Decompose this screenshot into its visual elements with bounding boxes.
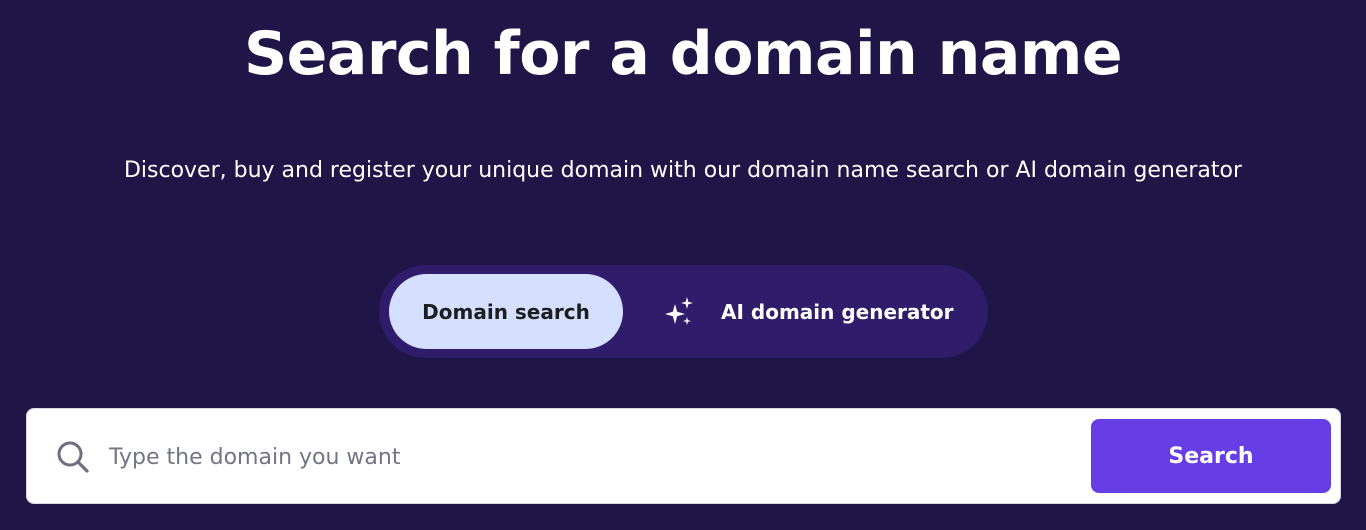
sparkle-icon <box>665 296 693 325</box>
page-subtitle: Discover, buy and register your unique d… <box>123 158 1243 183</box>
domain-search-bar: Search <box>26 408 1341 504</box>
page-title: Search for a domain name <box>243 19 1123 89</box>
search-mode-toggle: Domain search AI domain generator <box>379 265 988 358</box>
search-button[interactable]: Search <box>1091 419 1331 493</box>
tab-domain-search-label: Domain search <box>422 299 590 324</box>
search-icon <box>57 441 89 473</box>
tab-ai-domain-generator-label: AI domain generator <box>721 299 954 324</box>
tab-ai-domain-generator[interactable]: AI domain generator <box>659 274 959 349</box>
domain-search-input[interactable] <box>109 433 1069 481</box>
tab-domain-search[interactable]: Domain search <box>389 274 623 349</box>
